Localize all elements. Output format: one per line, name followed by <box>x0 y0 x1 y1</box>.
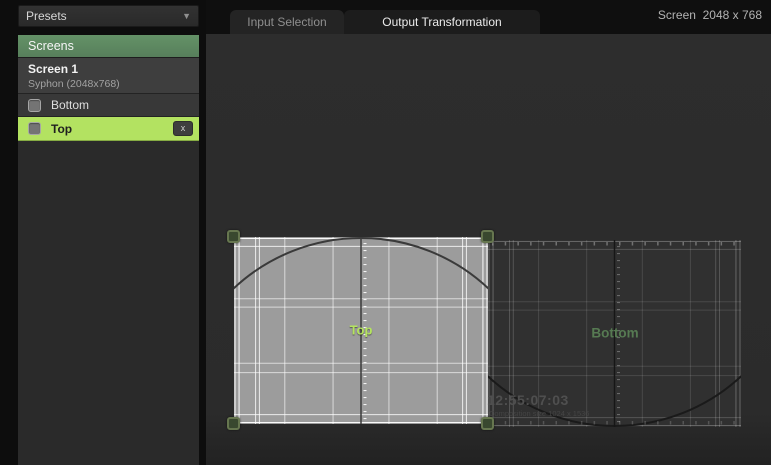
composition-size-label: Composition size 1024 x 1536 <box>489 409 589 418</box>
screens-header: Screens <box>18 35 199 58</box>
surface-item-bottom[interactable]: Bottom <box>18 94 199 117</box>
surface-top-test-grid[interactable] <box>234 237 488 424</box>
presets-label: Presets <box>26 9 182 23</box>
screen-source: Syphon (2048x768) <box>28 78 199 90</box>
timecode-label: 12:55:07:03 <box>487 392 569 408</box>
tab-bar: Input Selection Output Transformation Sc… <box>206 0 771 34</box>
corner-handle-top-left[interactable] <box>227 230 240 243</box>
output-canvas[interactable]: Top Bottom 12:55:07:03 Composition size … <box>206 34 771 465</box>
surface-item-top[interactable]: Top x <box>18 117 199 141</box>
surface-checkbox[interactable] <box>28 99 41 112</box>
corner-handle-bottom-right[interactable] <box>481 417 494 430</box>
tab-input-selection[interactable]: Input Selection <box>230 10 344 34</box>
chevron-down-icon: ▼ <box>182 11 191 21</box>
screen-name: Screen 1 <box>28 62 199 76</box>
app-window: Presets ▼ Screens Screen 1 Syphon (2048x… <box>0 0 771 465</box>
screen-list-item[interactable]: Screen 1 Syphon (2048x768) <box>18 58 199 94</box>
screens-panel: Screens Screen 1 Syphon (2048x768) Botto… <box>18 35 199 465</box>
surface-label: Top <box>51 122 173 136</box>
surface-checkbox[interactable] <box>28 122 41 135</box>
surface-label: Bottom <box>51 98 193 112</box>
tab-output-transformation[interactable]: Output Transformation <box>344 10 540 34</box>
corner-handle-bottom-left[interactable] <box>227 417 240 430</box>
corner-handle-top-right[interactable] <box>481 230 494 243</box>
remove-surface-button[interactable]: x <box>173 121 193 136</box>
presets-dropdown[interactable]: Presets ▼ <box>18 5 199 27</box>
main-area: Input Selection Output Transformation Sc… <box>206 0 771 465</box>
screen-size-label: Screen 2048 x 768 <box>658 0 762 34</box>
